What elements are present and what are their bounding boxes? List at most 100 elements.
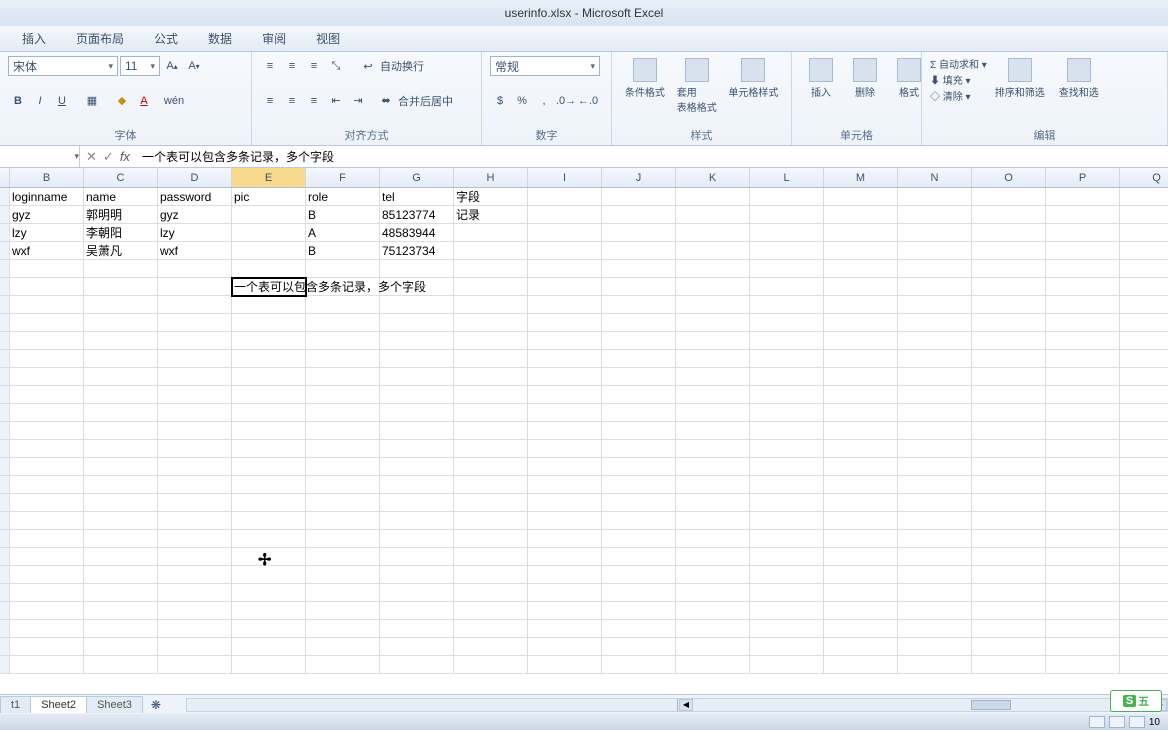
cell[interactable] xyxy=(676,206,750,224)
cell[interactable] xyxy=(898,548,972,566)
col-G[interactable]: G xyxy=(380,168,454,187)
cell[interactable] xyxy=(528,530,602,548)
cell[interactable] xyxy=(528,656,602,674)
cell[interactable] xyxy=(380,296,454,314)
cell[interactable] xyxy=(602,494,676,512)
orientation-icon[interactable]: ⤡ xyxy=(326,56,346,76)
cell[interactable] xyxy=(824,530,898,548)
cell[interactable] xyxy=(232,314,306,332)
cell[interactable] xyxy=(1120,242,1168,260)
cell[interactable] xyxy=(380,422,454,440)
cell[interactable] xyxy=(824,332,898,350)
col-C[interactable]: C xyxy=(84,168,158,187)
wrap-text-button[interactable]: 自动换行 xyxy=(380,58,424,74)
cell[interactable] xyxy=(454,620,528,638)
cell[interactable] xyxy=(528,332,602,350)
cell[interactable] xyxy=(84,530,158,548)
cell[interactable] xyxy=(1046,314,1120,332)
cell[interactable] xyxy=(1120,332,1168,350)
cell[interactable] xyxy=(306,260,380,278)
cell[interactable] xyxy=(84,548,158,566)
cell[interactable]: role xyxy=(306,188,380,206)
cell[interactable] xyxy=(750,278,824,296)
cell[interactable] xyxy=(84,566,158,584)
cell[interactable] xyxy=(898,260,972,278)
cell[interactable] xyxy=(528,440,602,458)
cell[interactable] xyxy=(158,422,232,440)
cell[interactable] xyxy=(454,224,528,242)
ime-badge[interactable]: S五 xyxy=(1110,690,1162,712)
font-color-button[interactable]: A xyxy=(134,91,154,111)
cell[interactable] xyxy=(750,404,824,422)
cell[interactable] xyxy=(824,440,898,458)
cell[interactable] xyxy=(380,566,454,584)
cell[interactable] xyxy=(898,368,972,386)
cell[interactable]: gyz xyxy=(158,206,232,224)
cell[interactable] xyxy=(1046,566,1120,584)
cell[interactable] xyxy=(602,512,676,530)
cell[interactable] xyxy=(158,638,232,656)
align-middle-icon[interactable]: ≡ xyxy=(282,56,302,76)
formula-input[interactable]: 一个表可以包含多条记录，多个字段 xyxy=(136,146,1168,167)
col-M[interactable]: M xyxy=(824,168,898,187)
cell[interactable] xyxy=(602,422,676,440)
cell[interactable] xyxy=(1120,656,1168,674)
cell[interactable] xyxy=(232,386,306,404)
cell[interactable] xyxy=(380,656,454,674)
view-break-icon[interactable] xyxy=(1129,716,1145,728)
cell[interactable] xyxy=(972,404,1046,422)
cell[interactable] xyxy=(676,656,750,674)
cell[interactable] xyxy=(750,224,824,242)
cell[interactable] xyxy=(972,548,1046,566)
cell[interactable] xyxy=(528,350,602,368)
cell[interactable] xyxy=(602,242,676,260)
comma-icon[interactable]: , xyxy=(534,91,554,111)
cell[interactable] xyxy=(676,296,750,314)
cell[interactable] xyxy=(972,476,1046,494)
cell[interactable] xyxy=(454,422,528,440)
cell[interactable] xyxy=(454,278,528,296)
cell[interactable] xyxy=(232,620,306,638)
cell[interactable] xyxy=(380,512,454,530)
indent-inc-icon[interactable]: ⇥ xyxy=(348,91,368,111)
cell[interactable] xyxy=(380,458,454,476)
align-right-icon[interactable]: ≡ xyxy=(304,91,324,111)
cell[interactable] xyxy=(750,476,824,494)
cell[interactable] xyxy=(84,656,158,674)
cell[interactable] xyxy=(750,314,824,332)
cell[interactable] xyxy=(1046,458,1120,476)
cell[interactable] xyxy=(676,530,750,548)
cell[interactable] xyxy=(84,314,158,332)
increase-font-icon[interactable]: A▴ xyxy=(162,56,182,76)
cell[interactable] xyxy=(676,188,750,206)
cell[interactable] xyxy=(454,350,528,368)
cell[interactable] xyxy=(602,602,676,620)
menu-data[interactable]: 数据 xyxy=(202,26,238,51)
cell[interactable] xyxy=(306,458,380,476)
cell[interactable] xyxy=(824,350,898,368)
cell[interactable] xyxy=(1046,476,1120,494)
cell[interactable] xyxy=(676,224,750,242)
merge-icon[interactable]: ⬌ xyxy=(376,91,396,111)
cell[interactable] xyxy=(824,278,898,296)
cell[interactable] xyxy=(528,494,602,512)
cell[interactable] xyxy=(898,458,972,476)
cell[interactable] xyxy=(380,602,454,620)
col-O[interactable]: O xyxy=(972,168,1046,187)
cell[interactable] xyxy=(306,368,380,386)
cell[interactable] xyxy=(898,512,972,530)
cell[interactable] xyxy=(454,584,528,602)
cell[interactable]: wxf xyxy=(10,242,84,260)
cell[interactable] xyxy=(1120,368,1168,386)
cell[interactable] xyxy=(1046,260,1120,278)
cell[interactable] xyxy=(454,242,528,260)
cell[interactable]: lzy xyxy=(10,224,84,242)
sort-filter-button[interactable]: 排序和筛选 xyxy=(989,56,1051,101)
cell-style-button[interactable]: 单元格样式 xyxy=(724,56,783,101)
indent-dec-icon[interactable]: ⇤ xyxy=(326,91,346,111)
cell[interactable] xyxy=(824,314,898,332)
cell[interactable] xyxy=(84,512,158,530)
cell[interactable] xyxy=(1046,422,1120,440)
cell[interactable] xyxy=(454,458,528,476)
col-H[interactable]: H xyxy=(454,168,528,187)
